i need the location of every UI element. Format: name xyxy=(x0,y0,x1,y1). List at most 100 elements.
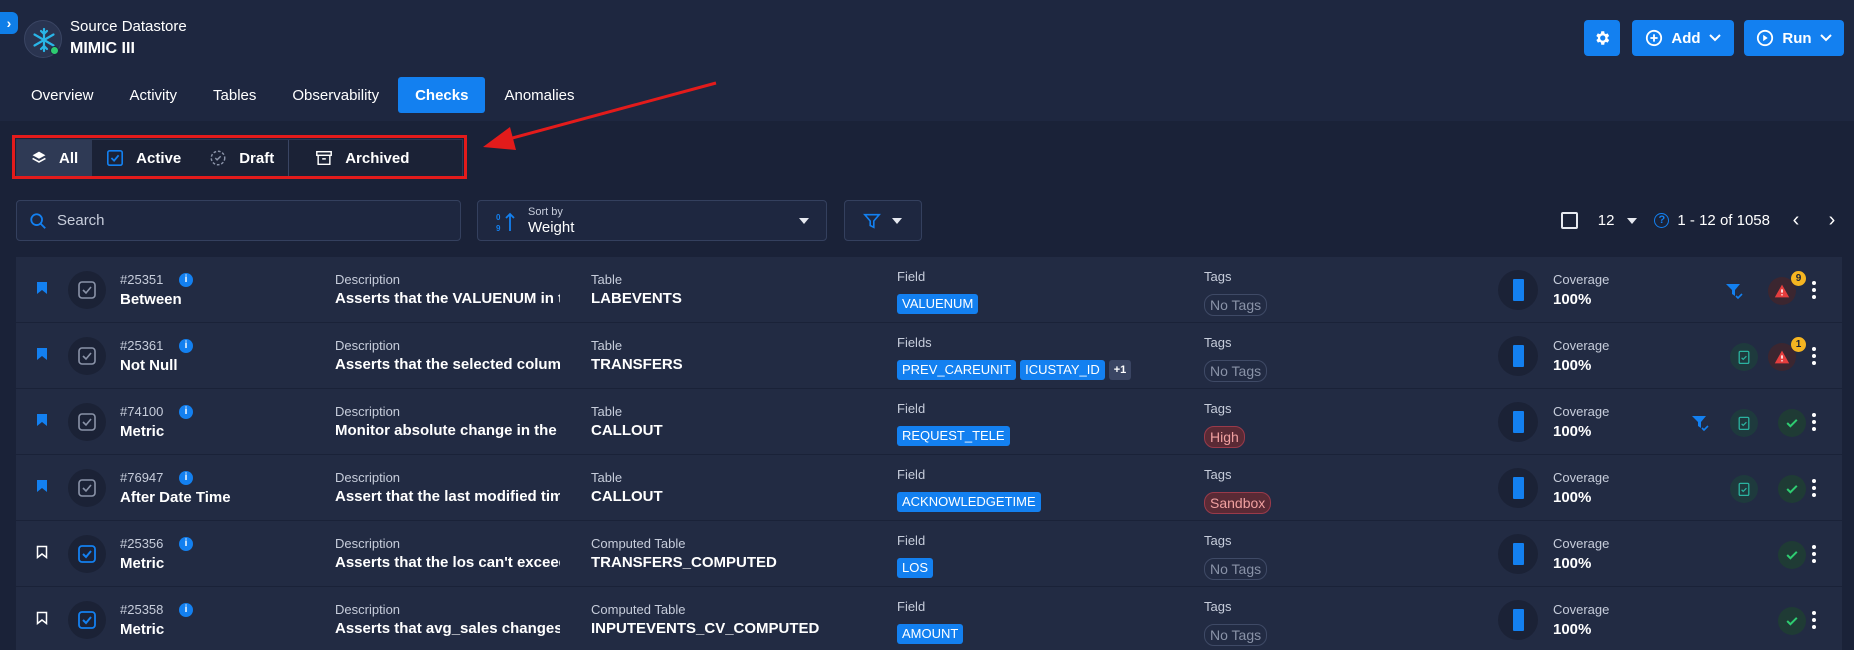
chevron-down-icon xyxy=(1819,34,1832,42)
table-value[interactable]: CALLOUT xyxy=(591,422,663,439)
passed-check-icon[interactable] xyxy=(1778,541,1806,569)
bookmark-filled-icon[interactable] xyxy=(36,347,48,361)
tab-activity[interactable]: Activity xyxy=(113,77,195,113)
play-circle-icon xyxy=(1757,29,1774,47)
description-label: Description xyxy=(335,338,401,353)
passed-check-icon[interactable] xyxy=(1778,607,1806,635)
more-fields-chip[interactable]: +1 xyxy=(1108,360,1132,380)
field-chip[interactable]: ICUSTAY_ID xyxy=(1020,360,1105,380)
check-id[interactable]: #25358 xyxy=(120,602,163,617)
chevron-right-icon[interactable]: › xyxy=(1822,209,1842,232)
field-chip[interactable]: PREV_CAREUNIT xyxy=(897,360,1017,380)
info-icon[interactable]: i xyxy=(179,405,193,419)
filter-archived[interactable]: Archived xyxy=(289,140,423,176)
check-id[interactable]: #25351 xyxy=(120,272,163,287)
add-button[interactable]: Add xyxy=(1632,20,1734,56)
tag-badge: No Tags xyxy=(1204,624,1268,646)
info-icon[interactable]: i xyxy=(179,471,193,485)
check-id[interactable]: #25356 xyxy=(120,536,163,551)
per-page-value[interactable]: 12 xyxy=(1598,212,1615,229)
more-options-icon[interactable] xyxy=(1812,611,1816,632)
tab-tables[interactable]: Tables xyxy=(196,77,273,113)
check-id[interactable]: #76947 xyxy=(120,470,163,485)
search-field[interactable]: Search xyxy=(16,200,461,241)
check-row[interactable]: #74100 i Metric Description Monitor abso… xyxy=(16,389,1842,455)
filter-draft[interactable]: Draft xyxy=(195,140,288,176)
tab-observability[interactable]: Observability xyxy=(275,77,396,113)
info-icon[interactable]: i xyxy=(179,339,193,353)
check-row[interactable]: #25361 i Not Null Description Asserts th… xyxy=(16,323,1842,389)
sort-icon: 0 9 xyxy=(496,212,515,233)
tag-badge[interactable]: High xyxy=(1204,426,1245,448)
filter-applied-icon[interactable] xyxy=(1720,277,1748,305)
passed-check-icon[interactable] xyxy=(1778,409,1806,437)
more-options-icon[interactable] xyxy=(1812,479,1816,500)
info-icon[interactable]: i xyxy=(179,273,193,287)
bookmark-outline-icon[interactable] xyxy=(36,611,48,625)
caret-down-icon[interactable] xyxy=(1626,217,1638,225)
monitor-icon[interactable] xyxy=(1730,343,1758,371)
field-chip[interactable]: VALUENUM xyxy=(897,294,979,314)
help-icon[interactable]: ? xyxy=(1654,213,1670,228)
field-chip[interactable]: LOS xyxy=(897,558,934,578)
table-value[interactable]: TRANSFERS xyxy=(591,356,683,373)
passed-check-icon[interactable] xyxy=(1778,475,1806,503)
description-value: Asserts that avg_sales changes b... xyxy=(335,620,560,637)
chevron-left-icon[interactable]: ‹ xyxy=(1786,209,1806,232)
tab-checks[interactable]: Checks xyxy=(398,77,486,113)
check-rule: Metric xyxy=(120,621,165,638)
chevron-down-icon xyxy=(1708,34,1721,42)
field-chip[interactable]: AMOUNT xyxy=(897,624,964,644)
table-value[interactable]: CALLOUT xyxy=(591,488,663,505)
bookmark-filled-icon[interactable] xyxy=(36,413,48,427)
sidebar-expand-button[interactable]: › xyxy=(0,12,18,34)
check-id[interactable]: #25361 xyxy=(120,338,163,353)
more-options-icon[interactable] xyxy=(1812,413,1816,434)
caret-down-icon xyxy=(799,218,809,224)
tag-badge[interactable]: Sandbox xyxy=(1204,492,1272,514)
check-id[interactable]: #74100 xyxy=(120,404,163,419)
bookmark-filled-icon[interactable] xyxy=(36,281,48,295)
monitor-icon[interactable] xyxy=(1730,409,1758,437)
field-label: Fields xyxy=(897,335,932,350)
sort-select[interactable]: 0 9 Sort by Weight xyxy=(477,200,827,241)
anomaly-warning-icon[interactable]: 1 xyxy=(1768,337,1806,371)
more-options-icon[interactable] xyxy=(1812,347,1816,368)
more-options-icon[interactable] xyxy=(1812,281,1816,302)
settings-button[interactable] xyxy=(1584,20,1620,56)
info-icon[interactable]: i xyxy=(179,537,193,551)
filter-button[interactable] xyxy=(844,200,922,241)
field-chip[interactable]: ACKNOWLEDGETIME xyxy=(897,492,1041,512)
anomaly-warning-icon[interactable]: 9 xyxy=(1768,271,1806,305)
check-row[interactable]: #25356 i Metric Description Asserts that… xyxy=(16,521,1842,587)
monitor-icon[interactable] xyxy=(1730,475,1758,503)
table-value[interactable]: TRANSFERS_COMPUTED xyxy=(591,554,777,571)
pagination-range: 1 - 12 of 1058 xyxy=(1677,212,1770,229)
run-button[interactable]: Run xyxy=(1744,20,1844,56)
filter-applied-icon[interactable] xyxy=(1686,409,1714,437)
table-value[interactable]: LABEVENTS xyxy=(591,290,682,307)
table-label: Computed Table xyxy=(591,536,686,551)
select-all-checkbox[interactable] xyxy=(1560,212,1578,229)
tab-anomalies[interactable]: Anomalies xyxy=(487,77,591,113)
info-icon[interactable]: i xyxy=(179,603,193,617)
bookmark-filled-icon[interactable] xyxy=(36,479,48,493)
description-value: Asserts that the selected column... xyxy=(335,356,560,373)
datastore-logo xyxy=(24,20,62,58)
funnel-icon xyxy=(863,213,881,229)
bookmark-outline-icon[interactable] xyxy=(36,545,48,559)
tab-overview[interactable]: Overview xyxy=(14,77,111,113)
filter-active[interactable]: Active xyxy=(92,140,195,176)
field-chip[interactable]: REQUEST_TELE xyxy=(897,426,1010,446)
datastore-nav-tabs: Overview Activity Tables Observability C… xyxy=(14,77,594,113)
draft-icon xyxy=(210,150,226,166)
filter-all[interactable]: All xyxy=(17,140,93,176)
coverage-label: Coverage xyxy=(1553,470,1610,485)
description-label: Description xyxy=(335,470,401,485)
check-row[interactable]: #25351 i Between Description Asserts tha… xyxy=(16,257,1842,323)
table-label: Table xyxy=(591,338,623,353)
check-row[interactable]: #25358 i Metric Description Asserts that… xyxy=(16,587,1842,650)
check-row[interactable]: #76947 i After Date Time Description Ass… xyxy=(16,455,1842,521)
table-value[interactable]: INPUTEVENTS_CV_COMPUTED xyxy=(591,620,819,637)
more-options-icon[interactable] xyxy=(1812,545,1816,566)
